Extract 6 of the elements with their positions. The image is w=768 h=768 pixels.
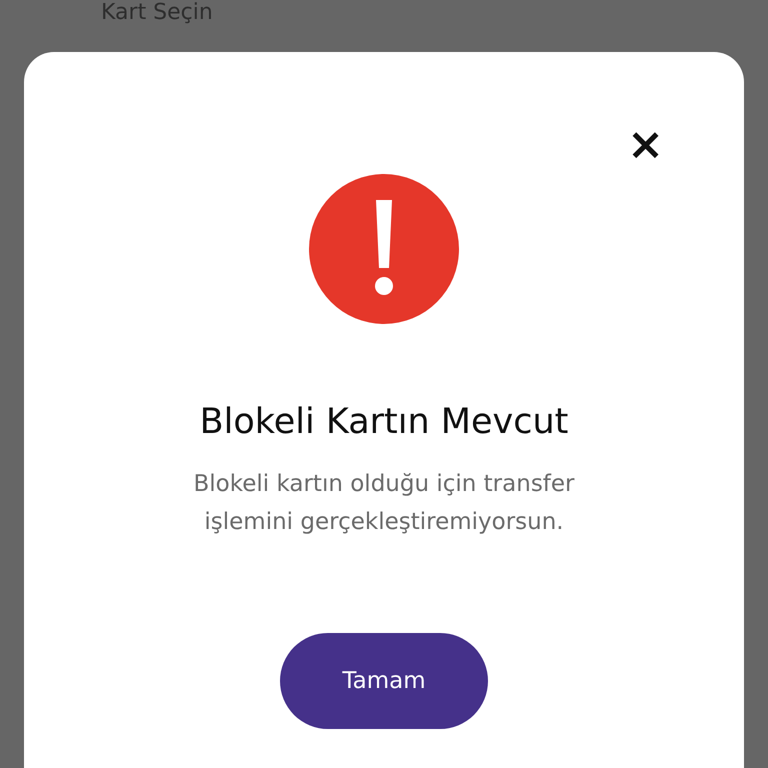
dialog-message: Blokeli kartın olduğu için transfer işlemini gerçekleştiremiyorsun. [192,470,576,537]
warning-icon [309,174,459,324]
close-button[interactable]: × [627,128,664,162]
ok-button[interactable]: Tamam [280,633,488,729]
field-label: Kart Seçin [101,0,214,26]
dialog-title: Blokeli Kartın Mevcut [200,401,568,444]
